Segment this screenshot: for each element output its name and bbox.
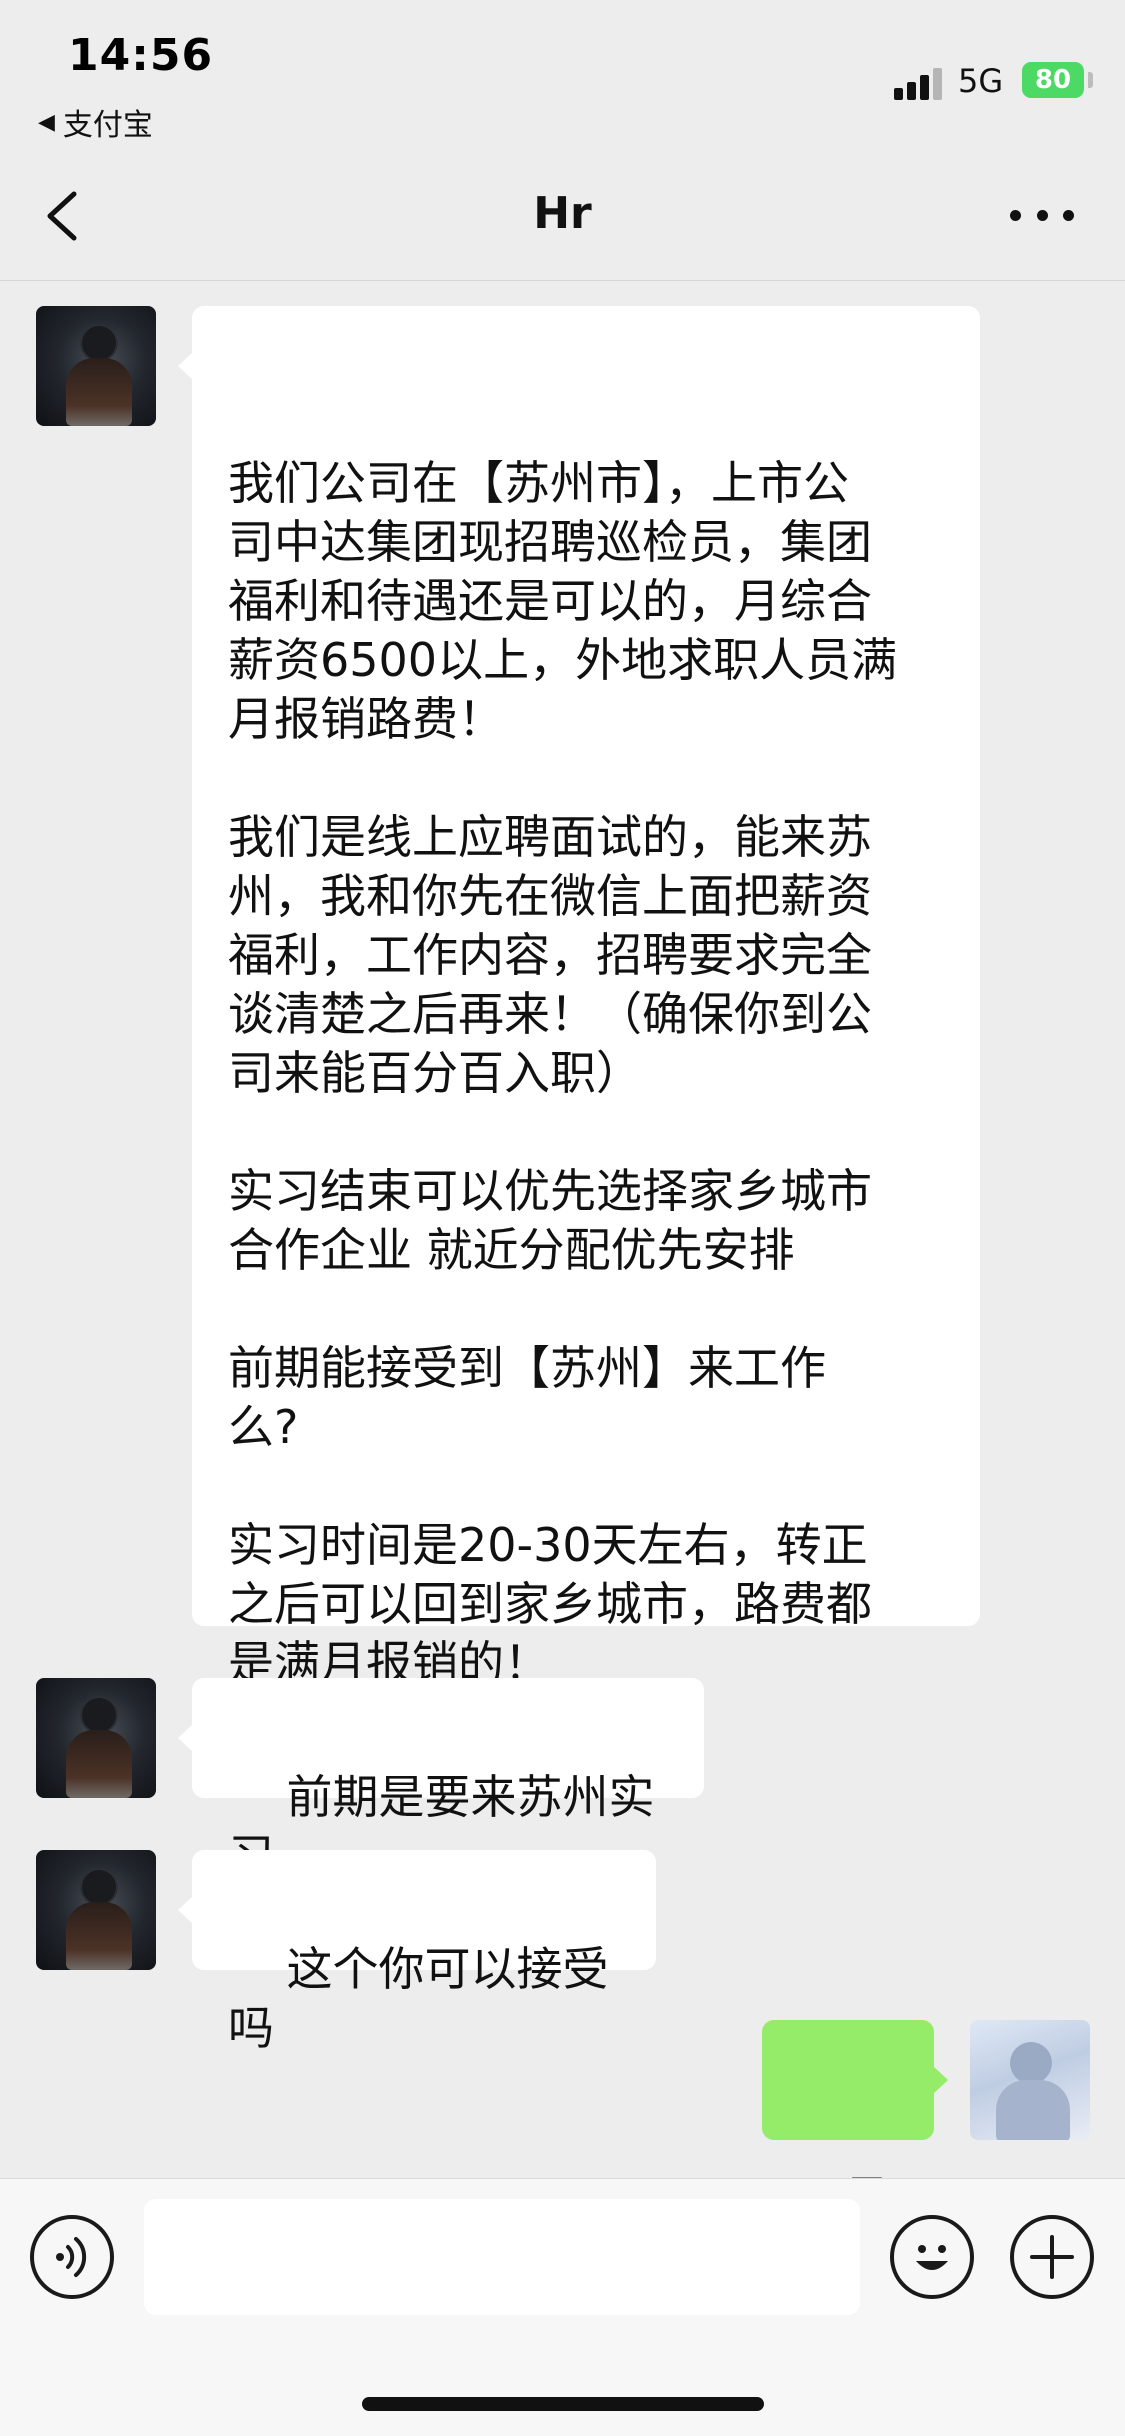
voice-button[interactable] <box>30 2215 114 2299</box>
back-app-label: 支付宝 <box>62 108 153 143</box>
my-avatar[interactable] <box>970 2020 1090 2140</box>
message-line: 司中达集团现招聘巡检员，集团 <box>228 515 872 569</box>
chat-screen: 14:56 ◀ 支付宝 5G 80 Hr 我们公司在【苏州市】，上市公 司中达集… <box>0 0 1125 2436</box>
message-line: 么? <box>228 1400 299 1454</box>
message-line: 月报销路费！ <box>228 692 504 746</box>
battery-level: 80 <box>1034 65 1072 95</box>
voice-icon <box>56 2237 87 2277</box>
message-line: 合作企业 就近分配优先安排 <box>228 1223 795 1277</box>
message-line: 州，我和你先在微信上面把薪资 <box>228 869 872 923</box>
message-line: 司来能百分百入职） <box>228 1046 642 1100</box>
message-line <box>228 1103 944 1162</box>
message-line <box>228 1280 944 1339</box>
contact-avatar[interactable] <box>36 1850 156 1970</box>
back-to-app-link[interactable]: ◀ 支付宝 <box>38 100 153 144</box>
status-time: 14:56 <box>68 30 214 81</box>
emoji-button[interactable] <box>890 2215 974 2299</box>
message-line: 实习时间是20-30天左右，转正 <box>228 1518 868 1572</box>
message-text: 我们公司在【苏州市】，上市公 司中达集团现招聘巡检员，集团 福利和待遇还是可以的，月… <box>228 454 944 1693</box>
message-line: 前期能接受到【苏州】来工作 <box>228 1341 826 1395</box>
chat-nav-bar: Hr <box>0 150 1125 281</box>
message-line: 实习结束可以优先选择家乡城市 <box>228 1164 872 1218</box>
more-icon <box>1010 209 1021 221</box>
chat-input-bar <box>0 2178 1125 2436</box>
home-indicator <box>362 2397 764 2411</box>
status-bar: 14:56 ◀ 支付宝 5G 80 <box>0 0 1125 150</box>
message-line: 薪资6500以上，外地求职人员满 <box>228 633 898 687</box>
contact-avatar[interactable] <box>36 306 156 426</box>
message-text: 这个你可以接受吗 <box>228 1942 609 2055</box>
plus-icon <box>1030 2235 1074 2279</box>
battery-tip <box>1088 72 1093 88</box>
message-bubble-outgoing[interactable]: 再见 <box>762 2020 948 2225</box>
message-line: 福利，工作内容，招聘要求完全 <box>228 928 872 982</box>
message-line <box>228 749 944 808</box>
message-bubble-incoming[interactable]: 这个你可以接受吗 <box>178 1850 656 2055</box>
emoji-icon <box>916 2245 948 2270</box>
message-line: 我们是线上应聘面试的，能来苏 <box>228 810 872 864</box>
more-button[interactable] <box>1010 205 1074 225</box>
message-line: 福利和待遇还是可以的，月综合 <box>228 574 872 628</box>
message-line: 之后可以回到家乡城市，路费都 <box>228 1577 872 1631</box>
message-line <box>228 1457 944 1516</box>
network-type: 5G <box>958 62 1004 100</box>
plus-button[interactable] <box>1010 2215 1094 2299</box>
chat-title: Hr <box>533 188 592 239</box>
contact-avatar[interactable] <box>36 1678 156 1798</box>
message-bubble-incoming[interactable]: 前期是要来苏州实习 <box>178 1678 704 1883</box>
battery-icon: 80 <box>1022 62 1084 98</box>
message-input[interactable] <box>144 2199 860 2315</box>
message-bubble-incoming[interactable]: 我们公司在【苏州市】，上市公 司中达集团现招聘巡检员，集团 福利和待遇还是可以的，月… <box>178 306 980 1690</box>
back-triangle-icon: ◀ <box>38 109 55 135</box>
signal-icon <box>894 66 944 100</box>
message-line: 我们公司在【苏州市】，上市公 <box>228 456 849 510</box>
message-line: 谈清楚之后再来！（确保你到公 <box>228 987 872 1041</box>
